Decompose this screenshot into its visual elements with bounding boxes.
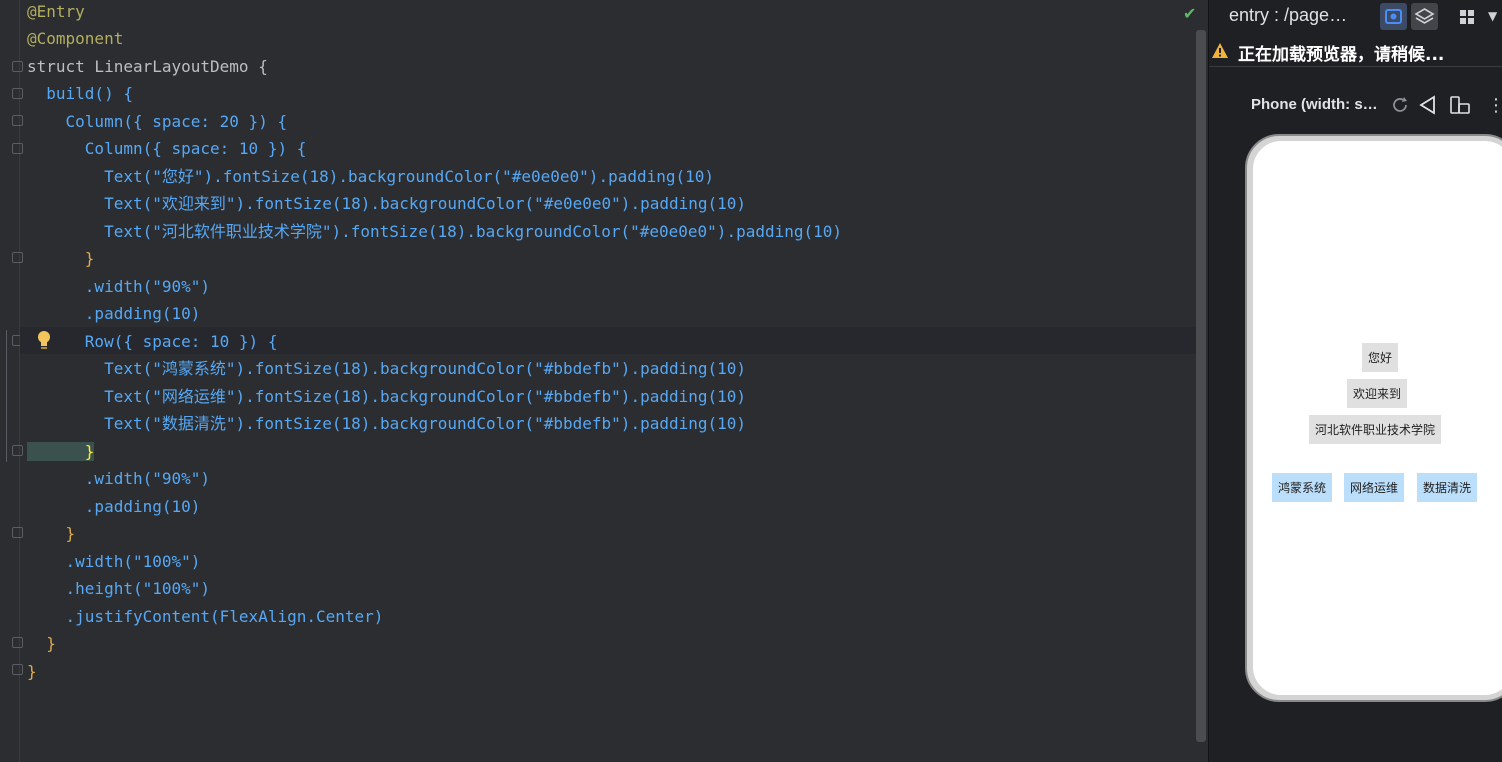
code-line: @Entry [27,2,85,21]
code-line: Text("河北软件职业技术学院").fontSize(18).backgrou… [27,222,843,241]
code-line: .padding(10) [27,304,201,323]
device-label[interactable]: Phone (width: s… [1251,96,1378,113]
warning-bar: 正在加载预览器，请稍候... [1209,35,1502,67]
code-line: Column({ space: 20 }) { [27,112,288,131]
fold-icon[interactable] [1449,95,1471,115]
code-line: } [27,662,37,681]
fold-marker[interactable] [12,637,23,648]
code-line: struct LinearLayoutDemo { [27,57,268,76]
code-line: Text("您好").fontSize(18).backgroundColor(… [27,167,715,186]
code-line: Text("欢迎来到").fontSize(18).backgroundColo… [27,194,747,213]
code-line: build() { [27,84,133,103]
code-line: .width("90%") [27,277,211,296]
fold-marker[interactable] [12,664,23,675]
chevron-down-icon[interactable]: ▼ [1488,9,1497,23]
code-editor[interactable]: @Entry @Component struct LinearLayoutDem… [0,0,1208,762]
preview-text: 网络运维 [1344,473,1405,502]
code-line: Row({ space: 10 }) { [27,332,278,351]
code-line: Text("鸿蒙系统").fontSize(18).backgroundColo… [27,359,747,378]
fold-marker[interactable] [12,445,23,456]
code-line: .width("100%") [27,552,201,571]
fold-marker[interactable] [12,252,23,263]
phone-screen[interactable]: 您好 欢迎来到 河北软件职业技术学院 鸿蒙系统 网络运维 数据清洗 [1253,141,1502,695]
layers-icon[interactable] [1411,3,1438,30]
scope-guide [6,330,7,462]
back-icon[interactable] [1418,95,1438,115]
code-line: Text("数据清洗").fontSize(18).backgroundColo… [27,414,747,433]
fold-marker[interactable] [12,61,23,72]
code-line: } [27,524,76,543]
preview-text: 欢迎来到 [1347,379,1408,408]
eye-icon[interactable] [1380,3,1407,30]
fold-marker[interactable] [12,88,23,99]
code-line: .width("90%") [27,469,211,488]
code-line: } [27,442,95,461]
editor-gutter [0,0,23,762]
rotate-icon[interactable] [1390,95,1410,115]
code-line: .height("100%") [27,579,211,598]
code-line: Column({ space: 10 }) { [27,139,307,158]
phone-frame: 您好 欢迎来到 河北软件职业技术学院 鸿蒙系统 网络运维 数据清洗 [1245,134,1502,702]
preview-text: 您好 [1362,343,1399,372]
fold-marker[interactable] [12,115,23,126]
code-line: .padding(10) [27,497,201,516]
preview-text: 数据清洗 [1417,473,1478,502]
code-line: } [27,634,56,653]
kebab-icon[interactable]: ⋮ [1487,95,1502,116]
previewer-panel: entry : /page… ▼ 正在加载预览器，请稍候... Phone (w… [1208,0,1502,762]
code-area[interactable]: @Entry @Component struct LinearLayoutDem… [27,0,1192,762]
warning-icon [1212,43,1228,58]
preview-text: 鸿蒙系统 [1272,473,1333,502]
check-icon[interactable]: ✔ [1183,4,1196,23]
grid-icon[interactable] [1454,3,1481,30]
code-line: } [27,249,95,268]
preview-text: 河北软件职业技术学院 [1309,415,1442,444]
code-line: @Component [27,29,124,48]
code-line: Text("网络运维").fontSize(18).backgroundColo… [27,387,747,406]
previewer-title: entry : /page… [1229,5,1348,25]
warning-text: 正在加载预览器，请稍候... [1238,45,1445,65]
editor-scrollbar[interactable] [1196,30,1206,742]
fold-marker[interactable] [12,527,23,538]
code-line: .justifyContent(FlexAlign.Center) [27,607,384,626]
fold-marker[interactable] [12,143,23,154]
